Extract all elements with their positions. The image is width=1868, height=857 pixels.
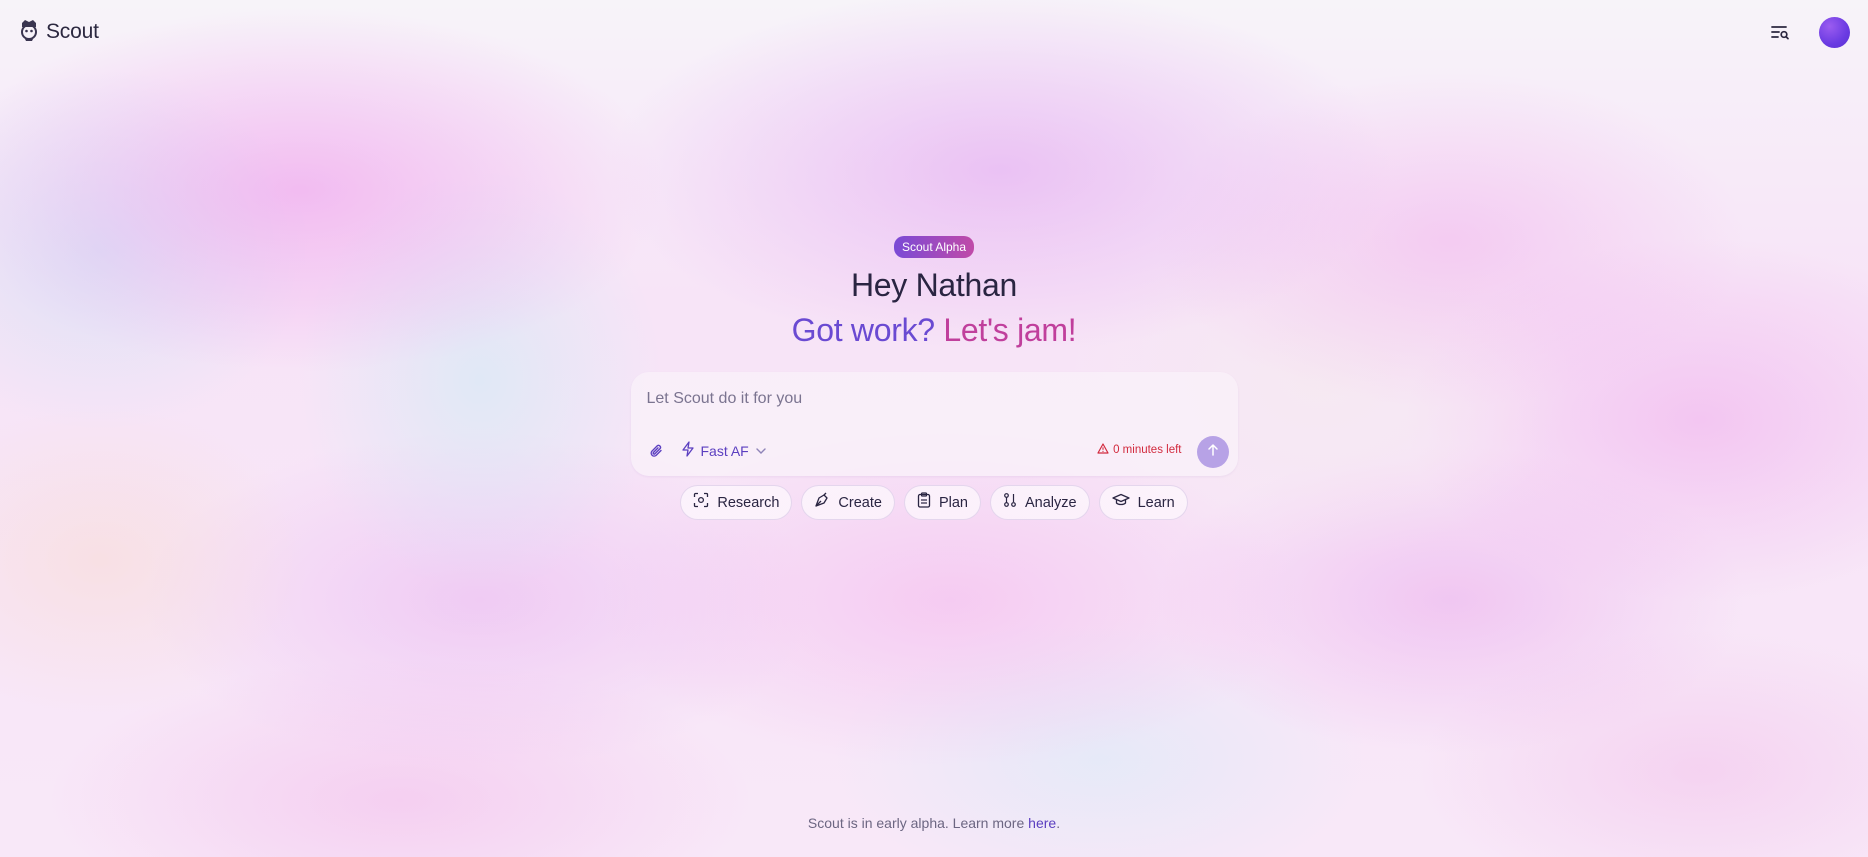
arrow-up-icon	[1207, 443, 1219, 462]
send-button[interactable]	[1196, 436, 1229, 468]
brand-name: Scout	[46, 20, 99, 43]
model-selector[interactable]: Fast AF	[681, 438, 767, 464]
user-avatar[interactable]	[1819, 16, 1850, 48]
warning-triangle-icon	[1097, 441, 1109, 459]
footer-note: Scout is in early alpha. Learn more here…	[0, 815, 1868, 831]
usage-limit: 0 minutes left	[1097, 441, 1182, 459]
tagline-part-1: Got work?	[791, 312, 944, 348]
quick-action-chips: Research Create Plan Analyze Learn	[680, 485, 1188, 520]
chevron-down-icon	[755, 442, 767, 460]
chip-label: Create	[838, 494, 882, 511]
scan-icon	[693, 492, 709, 513]
chip-research[interactable]: Research	[680, 485, 793, 520]
graduation-cap-icon	[1111, 493, 1130, 512]
chip-label: Research	[717, 494, 780, 511]
greeting-heading: Hey Nathan	[851, 267, 1017, 303]
scout-logo-icon	[18, 18, 40, 47]
clipboard-icon	[917, 492, 931, 513]
top-bar: Scout	[0, 0, 1868, 64]
brand-logo[interactable]: Scout	[18, 18, 99, 47]
chip-label: Plan	[938, 494, 968, 511]
footer-text: Scout is in early alpha. Learn more	[807, 815, 1029, 831]
usage-limit-text: 0 minutes left	[1113, 444, 1182, 456]
chip-analyze[interactable]: Analyze	[989, 485, 1090, 520]
paperclip-icon[interactable]	[645, 440, 667, 462]
prompt-composer: Fast AF 0 minutes left	[630, 372, 1238, 476]
learn-more-link[interactable]: here	[1028, 815, 1056, 831]
model-label: Fast AF	[700, 443, 749, 459]
chart-nodes-icon	[1003, 492, 1017, 513]
lightning-icon	[681, 440, 695, 462]
tagline-part-2: Let's jam!	[943, 312, 1077, 348]
chip-label: Analyze	[1024, 494, 1077, 511]
chip-learn[interactable]: Learn	[1098, 485, 1188, 520]
chip-create[interactable]: Create	[801, 485, 895, 520]
prompt-input[interactable]	[646, 386, 1207, 412]
main-hero: Scout Alpha Hey Nathan Got work? Let's j…	[0, 236, 1868, 520]
pen-tool-icon	[814, 492, 830, 513]
tagline: Got work? Let's jam!	[792, 312, 1077, 349]
search-history-icon[interactable]	[1763, 15, 1797, 49]
footer-after: .	[1056, 815, 1061, 831]
alpha-badge: Scout Alpha	[893, 236, 975, 258]
chip-plan[interactable]: Plan	[903, 485, 981, 520]
chip-label: Learn	[1137, 494, 1175, 511]
